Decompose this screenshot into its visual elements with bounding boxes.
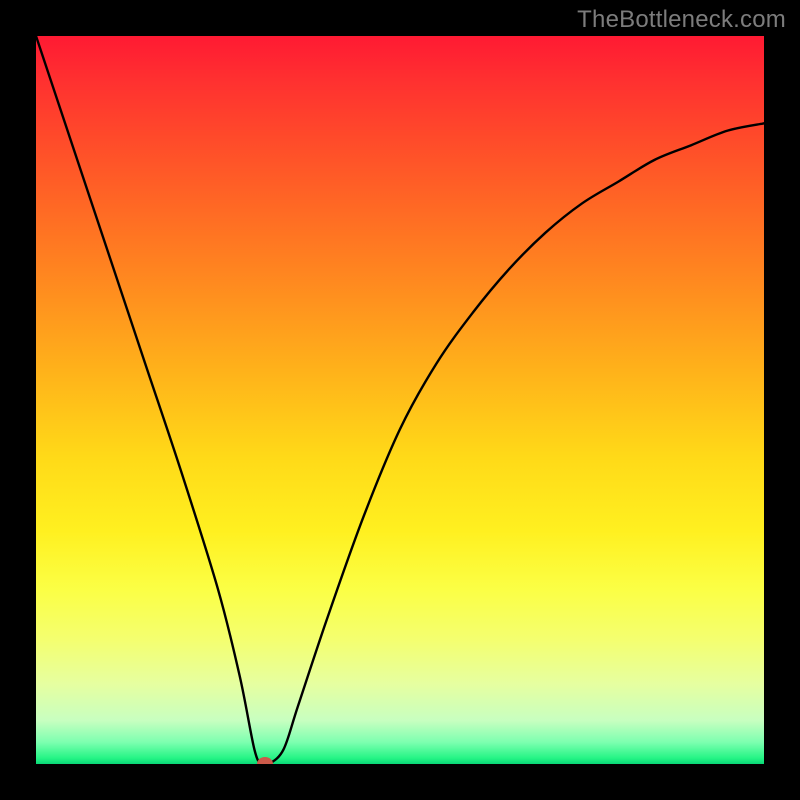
watermark-text: TheBottleneck.com: [577, 6, 786, 34]
chart-frame: TheBottleneck.com: [0, 0, 800, 800]
plot-area: [36, 36, 764, 764]
bottleneck-curve: [36, 36, 764, 764]
optimal-point-marker: [257, 757, 273, 764]
